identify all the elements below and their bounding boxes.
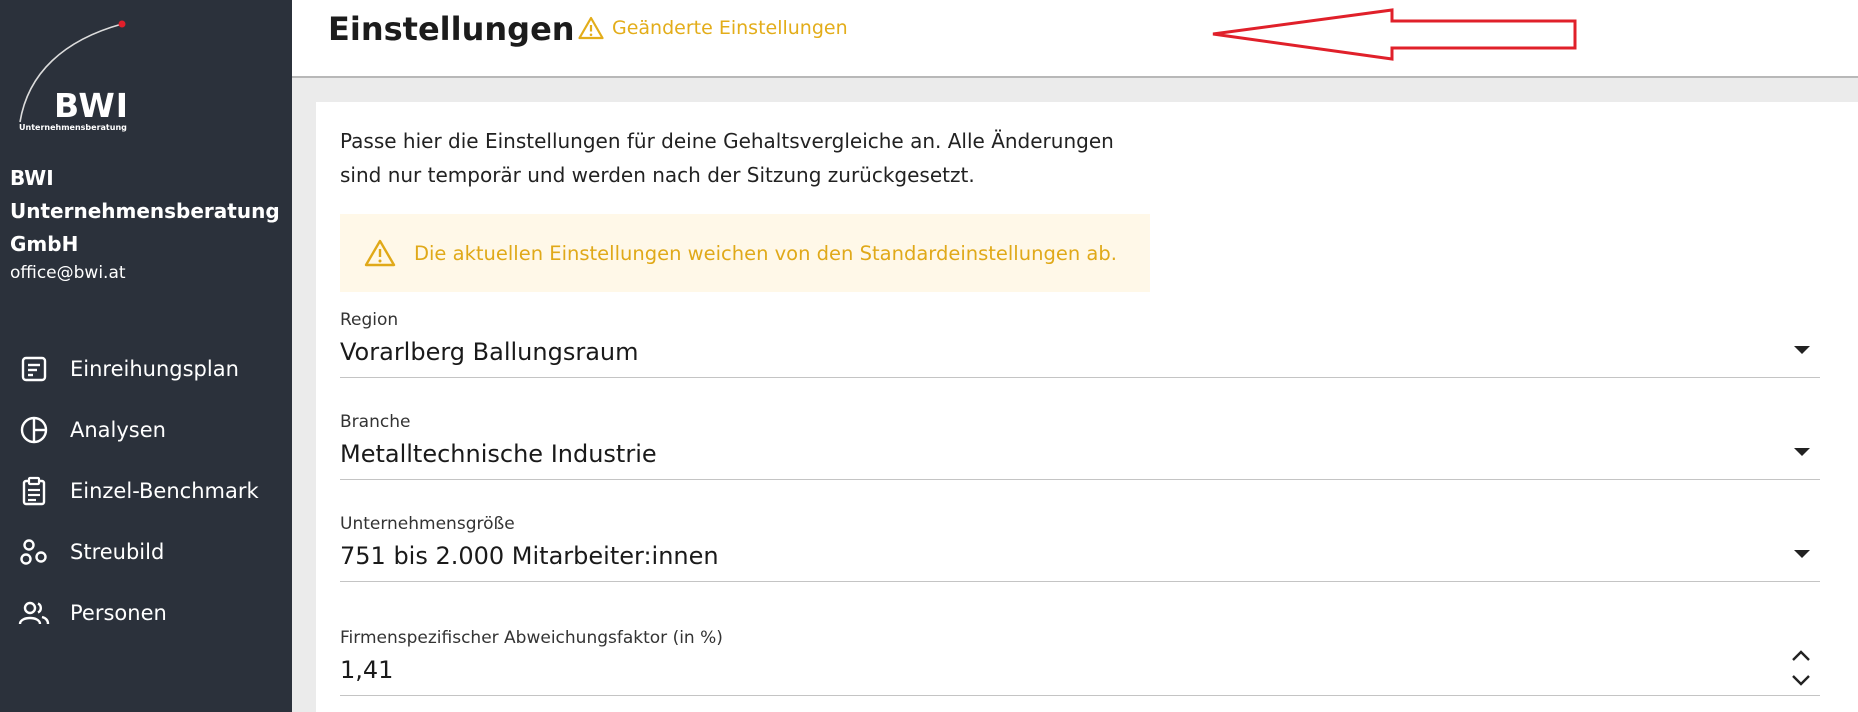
warning-icon	[364, 239, 396, 267]
company-name-line2: Unternehmensberatung	[10, 199, 280, 223]
sidebar-item-label: Einreihungsplan	[70, 356, 239, 381]
sidebar-item-analysen[interactable]: Analysen	[0, 399, 292, 460]
changed-settings-indicator[interactable]: Geänderte Einstellungen	[578, 16, 848, 40]
plan-icon	[18, 353, 50, 385]
scatter-icon	[18, 536, 50, 568]
sidebar-nav: Einreihungsplan Analysen Einzel-Benchmar…	[0, 338, 292, 643]
sidebar-item-einreihungsplan[interactable]: Einreihungsplan	[0, 338, 292, 399]
sidebar: BWI Unternehmensberatung BWI Unternehmen…	[0, 0, 292, 712]
changed-settings-label: Geänderte Einstellungen	[612, 17, 848, 39]
intro-text: Passe hier die Einstellungen für deine G…	[340, 124, 1170, 192]
branche-value: Metalltechnische Industrie	[340, 440, 657, 468]
warning-icon	[578, 16, 604, 40]
chevron-down-icon	[1794, 346, 1810, 354]
number-stepper-icon[interactable]	[1788, 646, 1814, 690]
pie-chart-icon	[18, 414, 50, 446]
region-select[interactable]: Region Vorarlberg Ballungsraum	[340, 308, 1820, 378]
company-email: office@bwi.at	[10, 263, 126, 283]
branche-select[interactable]: Branche Metalltechnische Industrie	[340, 410, 1820, 480]
settings-deviation-alert: Die aktuellen Einstellungen weichen von …	[340, 214, 1150, 292]
annotation-arrow-icon	[1212, 8, 1577, 61]
logo-text: BWI	[54, 86, 130, 125]
intro-line-2: sind nur temporär und werden nach der Si…	[340, 163, 975, 187]
logo-subtext: Unternehmensberatung	[19, 123, 127, 132]
chevron-down-icon	[1794, 448, 1810, 456]
sidebar-item-label: Analysen	[70, 417, 166, 442]
settings-card: Passe hier die Einstellungen für deine G…	[316, 102, 1858, 712]
sidebar-item-label: Streubild	[70, 539, 165, 564]
abweichungsfaktor-value: 1,41	[340, 656, 394, 684]
sidebar-item-label: Personen	[70, 600, 167, 625]
company-name: BWI Unternehmensberatung GmbH	[10, 162, 280, 261]
header-bar: Einstellungen Geänderte Einstellungen	[292, 0, 1858, 78]
sidebar-item-label: Einzel-Benchmark	[70, 478, 259, 503]
abweichungsfaktor-label: Firmenspezifischer Abweichungsfaktor (in…	[340, 628, 723, 648]
intro-line-1: Passe hier die Einstellungen für deine G…	[340, 129, 1114, 153]
people-icon	[18, 597, 50, 629]
unternehmensgroesse-select[interactable]: Unternehmensgröße 751 bis 2.000 Mitarbei…	[340, 512, 1820, 582]
unternehmensgroesse-value: 751 bis 2.000 Mitarbeiter:innen	[340, 542, 719, 570]
company-name-line3: GmbH	[10, 232, 79, 256]
region-value: Vorarlberg Ballungsraum	[340, 338, 639, 366]
abweichungsfaktor-input[interactable]: Firmenspezifischer Abweichungsfaktor (in…	[340, 626, 1820, 696]
sidebar-item-einzel-benchmark[interactable]: Einzel-Benchmark	[0, 460, 292, 521]
unternehmensgroesse-label: Unternehmensgröße	[340, 514, 515, 534]
page-title: Einstellungen	[328, 10, 575, 48]
sidebar-item-personen[interactable]: Personen	[0, 582, 292, 643]
bwi-logo: BWI Unternehmensberatung	[14, 18, 134, 132]
clipboard-icon	[18, 475, 50, 507]
region-label: Region	[340, 310, 399, 330]
branche-label: Branche	[340, 412, 411, 432]
company-name-line1: BWI	[10, 166, 54, 190]
sidebar-item-streubild[interactable]: Streubild	[0, 521, 292, 582]
alert-text: Die aktuellen Einstellungen weichen von …	[414, 241, 1117, 265]
chevron-down-icon	[1794, 550, 1810, 558]
